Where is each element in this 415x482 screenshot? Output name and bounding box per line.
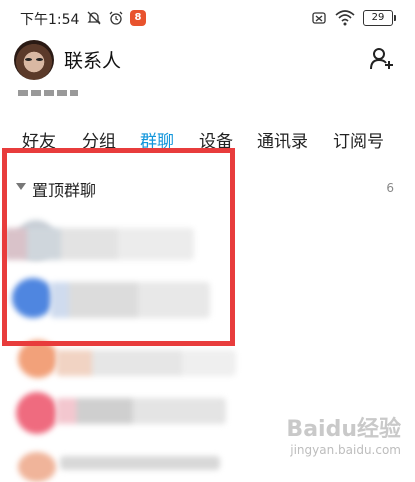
header: 联系人 — [0, 36, 415, 86]
avatar-eye-right — [36, 58, 43, 61]
section-count: 6 — [386, 181, 394, 195]
group-avatar — [18, 452, 56, 482]
avatar[interactable] — [14, 40, 54, 80]
status-time: 下午1:54 — [20, 12, 80, 28]
tab-subscriptions[interactable]: 订阅号 — [333, 127, 384, 152]
status-icons-left: 8 — [86, 10, 146, 26]
battery-level: 29 — [371, 12, 385, 23]
page-title: 联系人 — [64, 50, 122, 72]
watermark-url: jingyan.baidu.com — [290, 443, 401, 457]
watermark: Baidu经验 jingyan.baidu.com — [286, 411, 401, 457]
mute-bell-icon — [87, 11, 101, 25]
group-name-redacted — [56, 350, 236, 376]
cropped-row — [18, 88, 98, 98]
avatar-eye-left — [25, 58, 32, 61]
app-notification-icon: 8 — [130, 10, 146, 26]
battery-icon: 29 — [363, 10, 396, 26]
watermark-brand: Baidu经验 — [286, 417, 401, 442]
status-bar: 下午1:54 8 29 — [0, 0, 415, 36]
tab-address-book[interactable]: 通讯录 — [257, 127, 308, 152]
group-avatar — [16, 392, 58, 434]
alarm-icon — [109, 11, 123, 25]
add-friend-icon[interactable] — [369, 46, 395, 72]
group-name-redacted — [56, 398, 226, 424]
highlight-box — [2, 148, 235, 346]
sim-off-icon — [312, 12, 326, 24]
status-icons-right: 29 — [311, 10, 396, 26]
group-name-redacted — [60, 456, 220, 470]
wifi-icon — [335, 10, 355, 26]
